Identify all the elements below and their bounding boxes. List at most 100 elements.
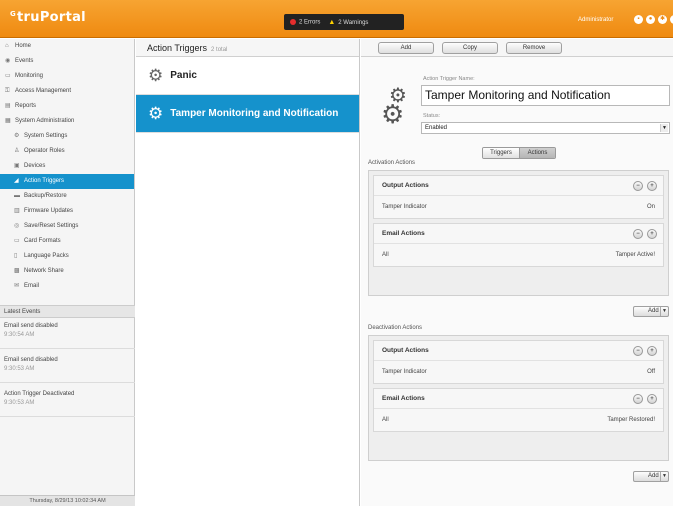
trigger-detail: Add Copy Remove ⚙ ⚙ Action Trigger Name:… (361, 39, 673, 506)
admin-icon: ▦ (5, 118, 11, 124)
user-name[interactable]: Administrator (578, 17, 613, 23)
status-label: Status: (423, 113, 441, 119)
sidebar-item-devices[interactable]: ▣ Devices (0, 159, 134, 174)
deactivation-actions-box: Output Actions − + Tamper Indicator Off … (368, 335, 669, 461)
email-icon: ✉ (14, 283, 20, 289)
sidebar: ⌂ Home ◉ Events ▭ Monitoring ⚿ Access Manage… (0, 39, 135, 506)
gear-icon: ⚙ (148, 103, 164, 123)
group-header: Output Actions − + (374, 341, 663, 361)
card-icon: ▭ (14, 238, 20, 244)
remove-button[interactable]: Remove (506, 42, 562, 54)
lock-icon[interactable]: ▪ (634, 15, 643, 24)
report-icon: ▤ (5, 103, 11, 109)
list-item[interactable]: Tamper Indicator On (374, 196, 663, 218)
name-label: Action Trigger Name: (423, 76, 475, 82)
sidebar-item-reports[interactable]: ▤ Reports (0, 99, 134, 114)
events-icon: ◉ (5, 58, 11, 64)
remove-icon[interactable]: − (633, 181, 643, 191)
list-item[interactable]: Action Trigger Deactivated 9:30:53 AM (0, 387, 135, 417)
group-header: Email Actions − + (374, 224, 663, 244)
deactivation-email-group: Email Actions − + All Tamper Restored! (373, 388, 664, 432)
sidebar-item-access-management[interactable]: ⚿ Access Management (0, 84, 134, 99)
warnings-indicator[interactable]: ▲ 2 Warnings (328, 19, 368, 26)
chevron-down-icon: ▼ (660, 124, 668, 132)
network-icon: ▩ (14, 268, 20, 274)
list-count: 2 total (211, 47, 228, 53)
action-triggers-list: Action Triggers 2 total ⚙ Panic ⚙ Tamper … (136, 39, 360, 506)
trigger-gear-icon: ⚙ ⚙ (381, 85, 407, 129)
sidebar-item-system-settings[interactable]: ⚙ System Settings (0, 129, 134, 144)
sidebar-item-save-reset-settings[interactable]: ◎ Save/Reset Settings (0, 219, 134, 234)
activation-output-group: Output Actions − + Tamper Indicator On (373, 175, 664, 219)
add-icon[interactable]: + (647, 229, 657, 239)
sidebar-item-network-share[interactable]: ▩ Network Share (0, 264, 134, 279)
roles-icon: ♙ (14, 148, 20, 154)
detail-toolbar: Add Copy Remove (361, 39, 673, 57)
chevron-down-icon: ▼ (660, 307, 668, 316)
tab-triggers[interactable]: Triggers (483, 148, 519, 158)
sidebar-item-language-packs[interactable]: ▯ Language Packs (0, 249, 134, 264)
add-icon[interactable]: + (647, 181, 657, 191)
activation-add-button[interactable]: Add ▼ (633, 306, 669, 317)
deactivation-add-button[interactable]: Add ▼ (633, 471, 669, 482)
sidebar-item-system-administration[interactable]: ▦ System Administration (0, 114, 134, 129)
add-icon[interactable]: + (647, 394, 657, 404)
sidebar-item-firmware-updates[interactable]: ▥ Firmware Updates (0, 204, 134, 219)
sidebar-item-backup-restore[interactable]: ▬ Backup/Restore (0, 189, 134, 204)
language-icon: ▯ (14, 253, 18, 259)
sidebar-item-action-triggers[interactable]: ◢ Action Triggers (0, 174, 134, 189)
top-bar: GtruPortal 2 Errors ▲ 2 Warnings Administ… (0, 0, 673, 38)
group-header: Output Actions − + (374, 176, 663, 196)
trigger-name-input[interactable]: Tamper Monitoring and Notification (421, 85, 670, 106)
truportal-logo[interactable]: GtruPortal (10, 10, 86, 25)
firmware-icon: ▥ (14, 208, 20, 214)
remove-icon[interactable]: − (633, 394, 643, 404)
activation-email-group: Email Actions − + All Tamper Active! (373, 223, 664, 267)
devices-icon: ▣ (14, 163, 20, 169)
trigger-item-tamper[interactable]: ⚙ Tamper Monitoring and Notification (136, 95, 359, 133)
chevron-down-icon: ▼ (660, 472, 668, 481)
user-icon[interactable]: ● (646, 15, 655, 24)
activation-actions-title: Activation Actions (368, 160, 416, 166)
top-icons: ▪ ● ✱ ? (634, 15, 673, 24)
error-icon (290, 18, 296, 25)
group-header: Email Actions − + (374, 389, 663, 409)
alerts-indicator[interactable]: 2 Errors ▲ 2 Warnings (284, 14, 404, 30)
errors-indicator[interactable]: 2 Errors (290, 18, 320, 25)
monitor-icon: ▭ (5, 73, 11, 79)
activation-actions-box: Output Actions − + Tamper Indicator On E… (368, 170, 669, 296)
list-item[interactable]: All Tamper Restored! (374, 409, 663, 431)
sidebar-item-email[interactable]: ✉ Email (0, 279, 134, 294)
trigger-item-panic[interactable]: ⚙ Panic (136, 57, 359, 95)
sidebar-item-events[interactable]: ◉ Events (0, 54, 134, 69)
list-title: Action Triggers (147, 43, 208, 53)
key-icon: ⚿ (5, 88, 10, 94)
sidebar-item-operator-roles[interactable]: ♙ Operator Roles (0, 144, 134, 159)
tab-actions[interactable]: Actions (519, 148, 555, 158)
settings-icon[interactable]: ✱ (658, 15, 667, 24)
view-toggle: Triggers Actions (482, 147, 556, 159)
list-item[interactable]: All Tamper Active! (374, 244, 663, 266)
list-header: Action Triggers 2 total (136, 39, 359, 57)
current-date: Thursday, 8/29/13 10:02:34 AM (0, 495, 135, 506)
copy-button[interactable]: Copy (442, 42, 498, 54)
latest-events-header: Latest Events (0, 305, 135, 318)
add-icon[interactable]: + (647, 346, 657, 356)
remove-icon[interactable]: − (633, 346, 643, 356)
list-item[interactable]: Email send disabled 9:30:54 AM (0, 319, 135, 349)
remove-icon[interactable]: − (633, 229, 643, 239)
status-select[interactable]: Enabled ▼ (421, 122, 670, 134)
backup-icon: ▬ (14, 193, 20, 199)
deactivation-actions-title: Deactivation Actions (368, 325, 423, 331)
trigger-icon: ◢ (14, 178, 19, 184)
home-icon: ⌂ (5, 43, 9, 49)
warning-icon: ▲ (328, 18, 336, 26)
sidebar-item-monitoring[interactable]: ▭ Monitoring (0, 69, 134, 84)
save-icon: ◎ (14, 223, 20, 229)
add-button[interactable]: Add (378, 42, 434, 54)
list-item[interactable]: Email send disabled 9:30:53 AM (0, 353, 135, 383)
list-item[interactable]: Tamper Indicator Off (374, 361, 663, 383)
sidebar-item-card-formats[interactable]: ▭ Card Formats (0, 234, 134, 249)
gear-icon: ⚙ (148, 65, 164, 85)
sidebar-item-home[interactable]: ⌂ Home (0, 39, 134, 54)
